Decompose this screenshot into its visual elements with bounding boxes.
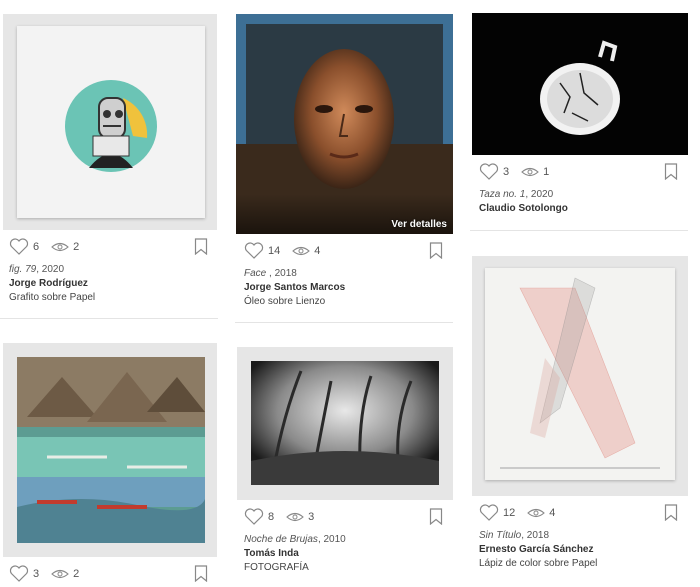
view-count: 4 [549, 506, 556, 519]
eye-icon [286, 512, 304, 521]
like-button[interactable]: 8 [244, 508, 274, 525]
artwork-image[interactable] [3, 14, 217, 230]
view-count-group: 1 [521, 166, 549, 178]
artwork-year: , 2010 [317, 534, 346, 545]
card-divider [470, 230, 688, 231]
artwork-image[interactable] [472, 13, 688, 155]
heart-icon [244, 242, 264, 259]
artwork-medium: FOTOGRAFÍA [244, 562, 309, 573]
heart-icon [479, 504, 499, 521]
bookmark-icon[interactable] [194, 238, 208, 255]
artwork-image[interactable] [472, 256, 688, 496]
bookmark-icon[interactable] [194, 565, 208, 582]
artwork-card: 3 2 [0, 340, 220, 587]
stats-row: 3 1 [479, 163, 561, 180]
artist-name[interactable]: Jorge Santos Marcos [244, 281, 449, 295]
artwork-meta: fig. 79, 2020 Jorge Rodríguez Grafito so… [9, 263, 214, 305]
artwork-cup [472, 13, 688, 155]
artwork-card: 12 4 Sin Título, 2018 Ernesto García Sán… [470, 255, 690, 587]
artwork-meta: Face , 2018 Jorge Santos Marcos Óleo sob… [244, 267, 449, 309]
view-count-group: 2 [51, 241, 79, 253]
artwork-image[interactable]: Ver detalles [236, 14, 453, 234]
artwork-meta: Sin Título, 2018 Ernesto García Sánchez … [479, 529, 684, 571]
view-count-group: 3 [286, 511, 314, 523]
artist-name[interactable]: Ernesto García Sánchez [479, 543, 684, 557]
artwork-title[interactable]: Sin Título [479, 530, 521, 541]
bookmark-icon[interactable] [429, 242, 443, 259]
view-count-group: 4 [292, 245, 320, 257]
like-count: 3 [503, 165, 510, 178]
eye-icon [292, 246, 311, 255]
stats-row: 3 2 [9, 565, 91, 582]
view-count: 1 [543, 165, 550, 178]
artwork-image[interactable] [3, 343, 217, 557]
artwork-medium: Óleo sobre Lienzo [244, 296, 326, 307]
card-divider [235, 322, 453, 323]
like-button[interactable]: 3 [479, 163, 509, 180]
stats-row: 12 4 [479, 504, 567, 521]
artwork-year: , 2020 [36, 264, 65, 275]
card-divider [0, 318, 218, 319]
artwork-painting [17, 357, 205, 543]
like-count: 14 [268, 244, 281, 257]
artwork-photo [251, 361, 439, 485]
view-count: 2 [73, 567, 80, 580]
view-count-group: 4 [527, 507, 555, 519]
artwork-medium: Grafito sobre Papel [9, 292, 96, 303]
artwork-title[interactable]: Noche de Brujas [244, 534, 318, 545]
eye-icon [521, 167, 539, 176]
like-count: 6 [33, 240, 40, 253]
like-button[interactable]: 3 [9, 565, 39, 582]
eye-icon [51, 242, 69, 251]
bookmark-icon[interactable] [664, 163, 678, 180]
artwork-card: 8 3 Noche de Brujas, 2010 Tomás Inda FOT… [235, 346, 455, 587]
like-count: 3 [33, 567, 40, 580]
artwork-portrait [236, 14, 453, 234]
like-count: 8 [268, 510, 275, 523]
artwork-year: , 2020 [525, 189, 554, 200]
stats-row: 6 2 [9, 238, 91, 255]
view-count: 2 [73, 240, 80, 253]
artwork-title[interactable]: fig. 79 [9, 264, 36, 275]
bookmark-icon[interactable] [429, 508, 443, 525]
bookmark-icon[interactable] [664, 504, 678, 521]
like-button[interactable]: 12 [479, 504, 515, 521]
artwork-year: , 2018 [266, 268, 297, 279]
view-count: 3 [308, 510, 315, 523]
eye-icon [51, 569, 69, 578]
view-details-link[interactable]: Ver detalles [391, 219, 447, 230]
heart-icon [9, 238, 29, 255]
like-button[interactable]: 6 [9, 238, 39, 255]
like-count: 12 [503, 506, 516, 519]
view-count-group: 2 [51, 568, 79, 580]
artwork-card: Ver detalles 14 4 Face , 2018 Jorge Sant… [235, 0, 455, 330]
artwork-meta: Taza no. 1, 2020 Claudio Sotolongo [479, 188, 684, 216]
heart-icon [9, 565, 29, 582]
view-count: 4 [314, 244, 321, 257]
artwork-drawing [500, 277, 660, 469]
eye-icon [527, 508, 546, 517]
heart-icon [479, 163, 499, 180]
artist-name[interactable]: Claudio Sotolongo [479, 202, 684, 216]
artist-name[interactable]: Jorge Rodríguez [9, 277, 214, 291]
heart-icon [244, 508, 264, 525]
artwork-title[interactable]: Face [244, 268, 266, 279]
artwork-title[interactable]: Taza no. 1 [479, 189, 525, 200]
artwork-card: 6 2 fig. 79, 2020 Jorge Rodríguez Grafit… [0, 0, 220, 330]
like-button[interactable]: 14 [244, 242, 280, 259]
artwork-medium: Lápiz de color sobre Papel [479, 558, 598, 569]
artwork-year: , 2018 [521, 530, 550, 541]
artwork-meta: Noche de Brujas, 2010 Tomás Inda FOTOGRA… [244, 533, 449, 575]
stats-row: 8 3 [244, 508, 326, 525]
artwork-image[interactable] [237, 347, 453, 500]
artwork-figure [65, 80, 157, 172]
artist-name[interactable]: Tomás Inda [244, 547, 449, 561]
artwork-card: 3 1 Taza no. 1, 2020 Claudio Sotolongo [470, 0, 690, 240]
stats-row: 14 4 [244, 242, 332, 259]
